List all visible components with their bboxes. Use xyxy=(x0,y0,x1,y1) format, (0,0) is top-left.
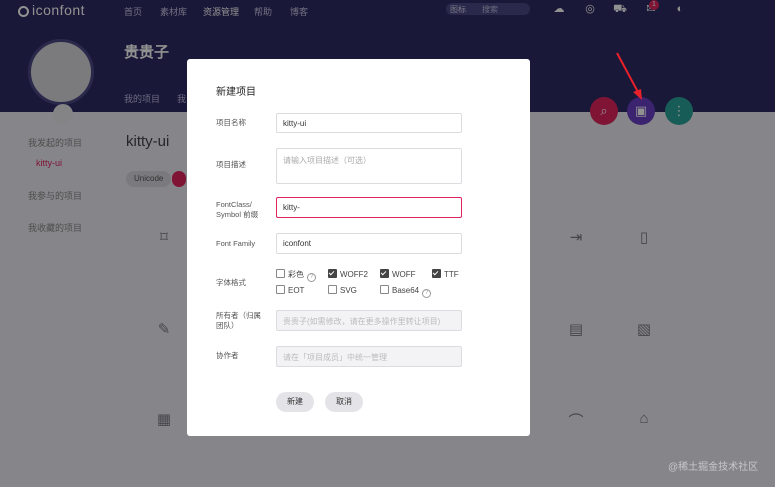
info-icon[interactable]: ? xyxy=(422,289,432,298)
collaborator-label: 协作者 xyxy=(216,351,239,360)
checkbox-box[interactable] xyxy=(380,269,389,278)
checkbox-box[interactable] xyxy=(276,285,285,294)
dialog-title: 新建项目 xyxy=(216,87,256,98)
checkbox-label: WOFF xyxy=(392,270,416,279)
format-checkbox-ttf[interactable]: TTF xyxy=(432,269,459,280)
collaborator-input: 请在「项目成员」中统一管理 xyxy=(276,346,462,367)
format-checkbox-woff[interactable]: WOFF xyxy=(380,269,416,280)
format-checkbox-color[interactable]: 彩色? xyxy=(276,269,316,282)
checkbox-label: TTF xyxy=(444,270,459,279)
checkbox-label: Base64 xyxy=(392,286,420,295)
format-checkbox-woff2[interactable]: WOFF2 xyxy=(328,269,368,280)
checkbox-box[interactable] xyxy=(276,269,285,278)
checkbox-label: 彩色 xyxy=(288,270,304,279)
checkbox-label: SVG xyxy=(340,286,357,295)
prefix-label-line1: FontClass/ xyxy=(216,200,252,209)
checkbox-box[interactable] xyxy=(328,285,337,294)
prefix-input[interactable]: kitty- xyxy=(276,197,462,218)
format-checkbox-base64[interactable]: Base64? xyxy=(380,285,432,298)
owner-input: 贵贵子(如需修改，请在更多操作里转让项目) xyxy=(276,310,462,331)
info-icon[interactable]: ? xyxy=(307,273,316,282)
checkbox-label: EOT xyxy=(288,286,305,295)
checkbox-box[interactable] xyxy=(432,269,441,278)
checkbox-box[interactable] xyxy=(380,285,389,294)
prefix-label-line2: Symbol 前缀 xyxy=(216,210,259,219)
new-project-dialog: 新建项目 项目名称 kitty-ui 项目描述 请输入项目描述（可选） Font… xyxy=(187,59,530,436)
project-name-input[interactable]: kitty-ui xyxy=(276,113,462,133)
project-desc-label: 项目描述 xyxy=(216,160,246,169)
format-checkbox-eot[interactable]: EOT xyxy=(276,285,304,296)
watermark-text: @稀土掘金技术社区 xyxy=(668,462,759,473)
cancel-button[interactable]: 取消 xyxy=(325,392,363,412)
create-button[interactable]: 新建 xyxy=(276,392,314,412)
project-desc-textarea[interactable]: 请输入项目描述（可选） xyxy=(276,148,462,184)
checkbox-label: WOFF2 xyxy=(340,270,368,279)
checkbox-box[interactable] xyxy=(328,269,337,278)
owner-label-line1: 所有者（归属 xyxy=(216,311,261,320)
font-format-label: 字体格式 xyxy=(216,278,246,287)
font-family-label: Font Family xyxy=(216,239,256,248)
project-name-label: 项目名称 xyxy=(216,118,246,127)
format-checkbox-svg[interactable]: SVG xyxy=(328,285,357,296)
font-family-input[interactable]: iconfont xyxy=(276,233,462,254)
owner-label-line2: 团队） xyxy=(216,321,239,330)
